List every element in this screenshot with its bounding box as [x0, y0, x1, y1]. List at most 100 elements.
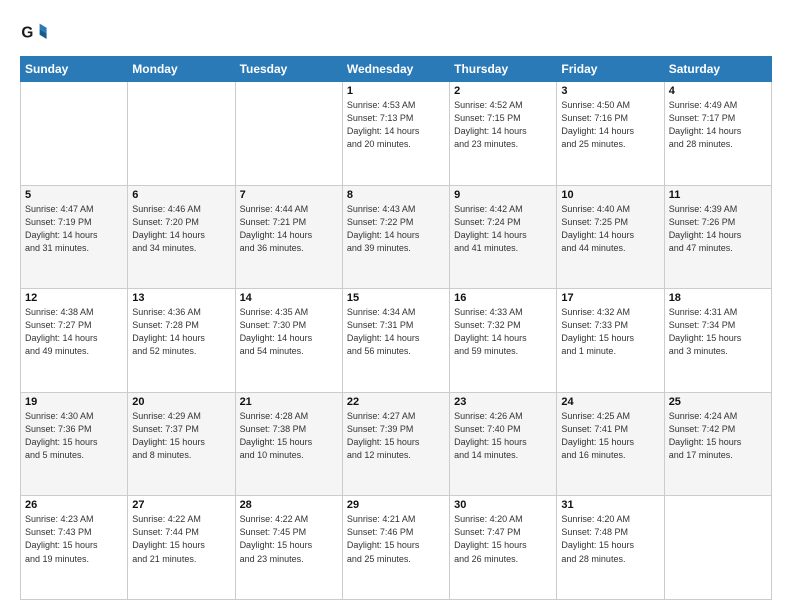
day-cell: 19 Sunrise: 4:30 AM Sunset: 7:36 PM Dayli… [21, 392, 128, 496]
day-cell: 7 Sunrise: 4:44 AM Sunset: 7:21 PM Daylig… [235, 185, 342, 289]
day-number: 13 [132, 292, 230, 304]
weekday-sunday: Sunday [21, 57, 128, 82]
day-cell: 18 Sunrise: 4:31 AM Sunset: 7:34 PM Dayli… [664, 289, 771, 393]
day-number: 3 [561, 85, 659, 97]
day-cell: 3 Sunrise: 4:50 AM Sunset: 7:16 PM Daylig… [557, 82, 664, 186]
day-cell: 4Sunrise: 4:49 AM Sunset: 7:17 PM Daylig… [664, 82, 771, 186]
day-info: Sunrise: 4:40 AM Sunset: 7:25 PM Dayligh… [561, 203, 659, 255]
day-number: 22 [347, 396, 445, 408]
logo: G [20, 18, 52, 46]
day-cell [664, 496, 771, 600]
day-number: 1 [347, 85, 445, 97]
day-info: Sunrise: 4:24 AM Sunset: 7:42 PM Dayligh… [669, 410, 767, 462]
day-cell: 17 Sunrise: 4:32 AM Sunset: 7:33 PM Dayli… [557, 289, 664, 393]
day-number: 17 [561, 292, 659, 304]
day-cell: 1Sunrise: 4:53 AM Sunset: 7:13 PM Daylig… [342, 82, 449, 186]
day-cell: 10 Sunrise: 4:40 AM Sunset: 7:25 PM Dayli… [557, 185, 664, 289]
page: G SundayMondayTuesdayWednesdayThursdayFr… [0, 0, 792, 612]
day-cell: 16 Sunrise: 4:33 AM Sunset: 7:32 PM Dayli… [450, 289, 557, 393]
day-info: Sunrise: 4:22 AM Sunset: 7:44 PM Dayligh… [132, 513, 230, 565]
day-number: 2 [454, 85, 552, 97]
day-info: Sunrise: 4:20 AM Sunset: 7:48 PM Dayligh… [561, 513, 659, 565]
day-info: Sunrise: 4:32 AM Sunset: 7:33 PM Dayligh… [561, 306, 659, 358]
weekday-monday: Monday [128, 57, 235, 82]
day-info: Sunrise: 4:44 AM Sunset: 7:21 PM Dayligh… [240, 203, 338, 255]
day-info: Sunrise: 4:22 AM Sunset: 7:45 PM Dayligh… [240, 513, 338, 565]
day-cell: 13 Sunrise: 4:36 AM Sunset: 7:28 PM Dayli… [128, 289, 235, 393]
day-cell: 12 Sunrise: 4:38 AM Sunset: 7:27 PM Dayli… [21, 289, 128, 393]
week-row-1: 1Sunrise: 4:53 AM Sunset: 7:13 PM Daylig… [21, 82, 772, 186]
day-number: 9 [454, 189, 552, 201]
day-number: 25 [669, 396, 767, 408]
day-number: 31 [561, 499, 659, 511]
day-number: 28 [240, 499, 338, 511]
day-cell [21, 82, 128, 186]
day-number: 7 [240, 189, 338, 201]
day-info: Sunrise: 4:25 AM Sunset: 7:41 PM Dayligh… [561, 410, 659, 462]
logo-icon: G [20, 18, 48, 46]
day-cell: 8Sunrise: 4:43 AM Sunset: 7:22 PM Daylig… [342, 185, 449, 289]
day-cell: 29Sunrise: 4:21 AM Sunset: 7:46 PM Dayli… [342, 496, 449, 600]
week-row-3: 12 Sunrise: 4:38 AM Sunset: 7:27 PM Dayli… [21, 289, 772, 393]
day-cell: 22 Sunrise: 4:27 AM Sunset: 7:39 PM Dayli… [342, 392, 449, 496]
day-number: 19 [25, 396, 123, 408]
weekday-saturday: Saturday [664, 57, 771, 82]
day-info: Sunrise: 4:23 AM Sunset: 7:43 PM Dayligh… [25, 513, 123, 565]
day-info: Sunrise: 4:43 AM Sunset: 7:22 PM Dayligh… [347, 203, 445, 255]
day-info: Sunrise: 4:42 AM Sunset: 7:24 PM Dayligh… [454, 203, 552, 255]
svg-text:G: G [21, 25, 33, 42]
day-cell: 27 Sunrise: 4:22 AM Sunset: 7:44 PM Dayli… [128, 496, 235, 600]
day-info: Sunrise: 4:34 AM Sunset: 7:31 PM Dayligh… [347, 306, 445, 358]
day-cell: 2Sunrise: 4:52 AM Sunset: 7:15 PM Daylig… [450, 82, 557, 186]
day-info: Sunrise: 4:30 AM Sunset: 7:36 PM Dayligh… [25, 410, 123, 462]
day-number: 10 [561, 189, 659, 201]
day-info: Sunrise: 4:28 AM Sunset: 7:38 PM Dayligh… [240, 410, 338, 462]
day-info: Sunrise: 4:35 AM Sunset: 7:30 PM Dayligh… [240, 306, 338, 358]
day-number: 27 [132, 499, 230, 511]
header: G [20, 18, 772, 46]
day-cell: 15 Sunrise: 4:34 AM Sunset: 7:31 PM Dayli… [342, 289, 449, 393]
day-number: 12 [25, 292, 123, 304]
week-row-4: 19 Sunrise: 4:30 AM Sunset: 7:36 PM Dayli… [21, 392, 772, 496]
day-cell: 28 Sunrise: 4:22 AM Sunset: 7:45 PM Dayli… [235, 496, 342, 600]
day-number: 14 [240, 292, 338, 304]
day-cell: 25 Sunrise: 4:24 AM Sunset: 7:42 PM Dayli… [664, 392, 771, 496]
weekday-tuesday: Tuesday [235, 57, 342, 82]
day-cell: 6 Sunrise: 4:46 AM Sunset: 7:20 PM Daylig… [128, 185, 235, 289]
weekday-header-row: SundayMondayTuesdayWednesdayThursdayFrid… [21, 57, 772, 82]
day-cell: 9 Sunrise: 4:42 AM Sunset: 7:24 PM Daylig… [450, 185, 557, 289]
calendar: SundayMondayTuesdayWednesdayThursdayFrid… [20, 56, 772, 600]
day-info: Sunrise: 4:26 AM Sunset: 7:40 PM Dayligh… [454, 410, 552, 462]
day-number: 5 [25, 189, 123, 201]
day-info: Sunrise: 4:33 AM Sunset: 7:32 PM Dayligh… [454, 306, 552, 358]
day-info: Sunrise: 4:29 AM Sunset: 7:37 PM Dayligh… [132, 410, 230, 462]
day-number: 11 [669, 189, 767, 201]
calendar-table: SundayMondayTuesdayWednesdayThursdayFrid… [20, 56, 772, 600]
day-number: 16 [454, 292, 552, 304]
day-number: 15 [347, 292, 445, 304]
day-cell: 5 Sunrise: 4:47 AM Sunset: 7:19 PM Daylig… [21, 185, 128, 289]
day-number: 29 [347, 499, 445, 511]
day-number: 24 [561, 396, 659, 408]
day-number: 30 [454, 499, 552, 511]
day-cell [235, 82, 342, 186]
day-cell: 14 Sunrise: 4:35 AM Sunset: 7:30 PM Dayli… [235, 289, 342, 393]
day-info: Sunrise: 4:31 AM Sunset: 7:34 PM Dayligh… [669, 306, 767, 358]
day-cell: 23 Sunrise: 4:26 AM Sunset: 7:40 PM Dayli… [450, 392, 557, 496]
day-cell: 30Sunrise: 4:20 AM Sunset: 7:47 PM Dayli… [450, 496, 557, 600]
day-info: Sunrise: 4:38 AM Sunset: 7:27 PM Dayligh… [25, 306, 123, 358]
day-number: 6 [132, 189, 230, 201]
day-number: 23 [454, 396, 552, 408]
day-number: 20 [132, 396, 230, 408]
day-info: Sunrise: 4:49 AM Sunset: 7:17 PM Dayligh… [669, 99, 767, 151]
day-number: 18 [669, 292, 767, 304]
weekday-friday: Friday [557, 57, 664, 82]
week-row-2: 5 Sunrise: 4:47 AM Sunset: 7:19 PM Daylig… [21, 185, 772, 289]
day-info: Sunrise: 4:27 AM Sunset: 7:39 PM Dayligh… [347, 410, 445, 462]
weekday-thursday: Thursday [450, 57, 557, 82]
day-number: 26 [25, 499, 123, 511]
day-info: Sunrise: 4:47 AM Sunset: 7:19 PM Dayligh… [25, 203, 123, 255]
day-info: Sunrise: 4:46 AM Sunset: 7:20 PM Dayligh… [132, 203, 230, 255]
day-info: Sunrise: 4:50 AM Sunset: 7:16 PM Dayligh… [561, 99, 659, 151]
day-info: Sunrise: 4:36 AM Sunset: 7:28 PM Dayligh… [132, 306, 230, 358]
